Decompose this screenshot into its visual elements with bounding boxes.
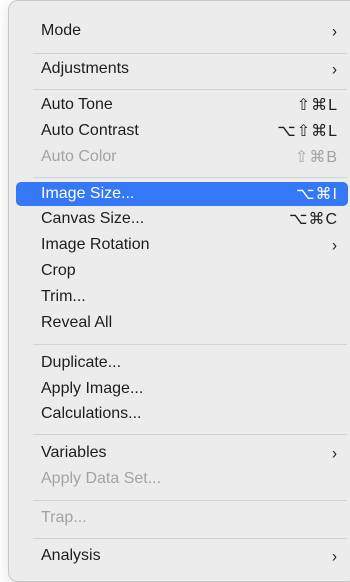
menu-item-auto-color: Auto Color ⇧⌘B: [16, 145, 348, 169]
menu-separator: [33, 500, 347, 501]
menu-item-label: Crop: [41, 262, 76, 279]
menu-item-duplicate[interactable]: Duplicate...: [16, 351, 348, 375]
menu-item-adjustments[interactable]: Adjustments ›: [16, 57, 348, 81]
keyboard-shortcut: ⌥⌘I: [296, 186, 338, 203]
menu-item-image-size[interactable]: Image Size... ⌥⌘I: [16, 182, 348, 206]
menu-separator: [33, 434, 347, 435]
image-menu: Mode › Adjustments › Auto Tone ⇧⌘L Auto …: [8, 0, 350, 582]
menu-item-label: Apply Data Set...: [41, 470, 162, 487]
menu-item-auto-contrast[interactable]: Auto Contrast ⌥⇧⌘L: [16, 119, 348, 143]
menu-item-trap: Trap...: [16, 506, 348, 530]
menu-item-mode[interactable]: Mode ›: [16, 19, 348, 43]
menu-item-analysis[interactable]: Analysis ›: [16, 544, 348, 568]
menu-item-label: Adjustments: [41, 60, 130, 77]
menu-item-label: Image Rotation: [41, 236, 150, 253]
menu-item-label: Mode: [41, 22, 82, 39]
menu-item-label: Trim...: [41, 288, 86, 305]
keyboard-shortcut: ⌥⌘C: [289, 211, 338, 228]
chevron-right-icon: ›: [332, 235, 337, 255]
menu-item-apply-image[interactable]: Apply Image...: [16, 377, 348, 401]
menu-item-label: Canvas Size...: [41, 210, 145, 227]
menu-item-label: Variables: [41, 444, 107, 461]
menu-item-apply-data-set: Apply Data Set...: [16, 467, 348, 491]
menu-item-label: Trap...: [41, 509, 87, 526]
menu-item-label: Apply Image...: [41, 380, 144, 397]
menu-separator: [33, 53, 347, 54]
menu-item-reveal-all[interactable]: Reveal All: [16, 311, 348, 335]
chevron-right-icon: ›: [332, 443, 337, 463]
menu-item-canvas-size[interactable]: Canvas Size... ⌥⌘C: [16, 207, 348, 231]
menu-separator: [33, 344, 347, 345]
menu-item-image-rotation[interactable]: Image Rotation ›: [16, 233, 348, 257]
keyboard-shortcut: ⇧⌘B: [294, 149, 338, 166]
menu-separator: [33, 177, 347, 178]
chevron-right-icon: ›: [332, 21, 337, 41]
keyboard-shortcut: ⌥⇧⌘L: [277, 123, 338, 140]
menu-item-variables[interactable]: Variables ›: [16, 441, 348, 465]
menu-item-label: Image Size...: [41, 185, 135, 202]
menu-item-label: Analysis: [41, 547, 101, 564]
menu-item-label: Calculations...: [41, 405, 142, 422]
menu-separator: [33, 538, 347, 539]
menu-item-label: Auto Tone: [41, 96, 113, 113]
menu-separator: [33, 89, 347, 90]
menu-item-label: Reveal All: [41, 314, 113, 331]
chevron-right-icon: ›: [332, 546, 337, 566]
menu-item-label: Auto Contrast: [41, 122, 139, 139]
menu-item-label: Auto Color: [41, 148, 117, 165]
menu-item-calculations[interactable]: Calculations...: [16, 402, 348, 426]
menu-item-crop[interactable]: Crop: [16, 259, 348, 283]
menu-item-label: Duplicate...: [41, 354, 122, 371]
keyboard-shortcut: ⇧⌘L: [296, 97, 338, 114]
menu-item-trim[interactable]: Trim...: [16, 285, 348, 309]
menu-item-auto-tone[interactable]: Auto Tone ⇧⌘L: [16, 93, 348, 117]
chevron-right-icon: ›: [332, 59, 337, 79]
